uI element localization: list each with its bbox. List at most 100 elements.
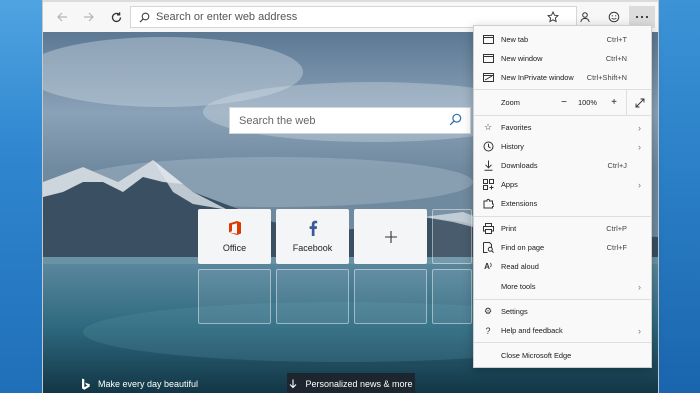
person-icon <box>580 12 590 23</box>
menu-item-shortcut: Ctrl+N <box>605 54 627 63</box>
empty-site-slot <box>276 269 349 324</box>
back-button[interactable] <box>49 5 75 29</box>
menu-item-new-tab[interactable]: New tab Ctrl+T <box>474 30 651 49</box>
star-icon: ☆ <box>483 122 493 132</box>
expand-icon <box>635 98 644 107</box>
menu-item-apps[interactable]: Apps › <box>474 175 651 194</box>
facebook-icon <box>309 220 317 236</box>
menu-item-find-on-page[interactable]: Find on page Ctrl+F <box>474 238 651 257</box>
zoom-out-button[interactable]: − <box>557 97 571 108</box>
search-icon <box>449 113 462 126</box>
menu-item-label: Apps <box>501 180 518 189</box>
top-site-office[interactable]: Office <box>198 209 271 264</box>
chevron-right-icon: › <box>638 141 641 152</box>
menu-item-label: Extensions <box>501 199 538 208</box>
new-window-icon <box>482 53 494 65</box>
history-icon <box>482 141 494 153</box>
find-page-icon <box>482 242 494 254</box>
menu-item-more-tools[interactable]: More tools › <box>474 277 651 296</box>
top-site-label: Facebook <box>292 243 333 253</box>
bing-image-caption[interactable]: Make every day beautiful <box>81 378 198 390</box>
zoom-in-button[interactable]: + <box>607 97 621 108</box>
empty-site-slot <box>432 209 472 264</box>
chevron-right-icon: › <box>638 325 641 336</box>
empty-site-slot <box>354 269 427 324</box>
bing-logo-icon <box>82 378 90 390</box>
desktop-background-left <box>0 0 42 393</box>
star-icon <box>547 11 559 23</box>
web-search-box[interactable]: Search the web <box>229 107 471 134</box>
top-site-label: Office <box>222 243 247 253</box>
menu-item-shortcut: Ctrl+J <box>607 161 627 170</box>
chevron-right-icon: › <box>638 122 641 133</box>
bing-caption-text: Make every day beautiful <box>98 379 199 389</box>
menu-item-favorites[interactable]: ☆ Favorites › <box>474 118 651 137</box>
apps-icon <box>482 179 494 191</box>
menu-item-shortcut: Ctrl+P <box>606 224 627 233</box>
inprivate-window-icon <box>482 72 494 84</box>
empty-site-slot <box>432 269 472 324</box>
menu-divider <box>474 216 651 217</box>
back-arrow-icon <box>57 12 67 22</box>
menu-item-new-window[interactable]: New window Ctrl+N <box>474 49 651 68</box>
search-icon <box>139 12 150 23</box>
menu-item-new-inprivate-window[interactable]: New InPrivate window Ctrl+Shift+N <box>474 68 651 87</box>
menu-item-label: Print <box>501 224 517 233</box>
menu-item-label: Help and feedback <box>501 326 563 335</box>
new-tab-icon <box>482 34 494 46</box>
personalized-news-button[interactable]: Personalized news & more <box>287 373 415 393</box>
top-site-facebook[interactable]: Facebook <box>276 209 349 264</box>
menu-item-label: New window <box>501 54 543 63</box>
refresh-icon <box>111 11 121 22</box>
menu-item-downloads[interactable]: Downloads Ctrl+J <box>474 156 651 175</box>
empty-site-slot <box>198 269 271 324</box>
gear-icon: ⚙ <box>483 306 493 316</box>
printer-icon <box>482 223 494 235</box>
menu-item-shortcut: Ctrl+Shift+N <box>586 73 627 82</box>
chevron-right-icon: › <box>638 281 641 292</box>
add-icon <box>384 230 397 243</box>
zoom-value: 100% <box>578 98 597 107</box>
news-button-label: Personalized news & more <box>305 379 413 389</box>
menu-item-label: Read aloud <box>501 262 539 271</box>
menu-divider <box>474 299 651 300</box>
read-aloud-icon: A⁾ <box>484 262 492 271</box>
menu-item-label: New InPrivate window <box>501 73 574 82</box>
menu-item-read-aloud[interactable]: A⁾ Read aloud <box>474 257 651 276</box>
menu-item-shortcut: Ctrl+F <box>606 243 627 252</box>
menu-item-label: Find on page <box>501 243 545 252</box>
chevron-right-icon: › <box>638 179 641 190</box>
office-icon <box>228 221 241 235</box>
more-dots-icon <box>635 15 649 19</box>
forward-arrow-icon <box>84 12 94 22</box>
menu-item-shortcut: Ctrl+T <box>606 35 627 44</box>
menu-item-label: Close Microsoft Edge <box>501 351 572 360</box>
menu-item-extensions[interactable]: Extensions <box>474 194 651 213</box>
menu-item-label: Settings <box>501 307 528 316</box>
forward-button[interactable] <box>76 5 102 29</box>
menu-item-print[interactable]: Print Ctrl+P <box>474 219 651 238</box>
settings-and-more-menu: New tab Ctrl+T New window Ctrl+N New InP… <box>473 25 652 368</box>
menu-item-label: New tab <box>501 35 529 44</box>
extensions-icon <box>482 198 494 210</box>
arrow-down-icon <box>290 379 297 389</box>
menu-item-settings[interactable]: ⚙ Settings <box>474 302 651 321</box>
download-icon <box>482 160 494 172</box>
menu-item-label: Favorites <box>501 123 532 132</box>
add-site-tile[interactable] <box>354 209 427 264</box>
desktop-background-right <box>654 0 700 393</box>
menu-zoom-row: Zoom − 100% + <box>474 90 651 115</box>
menu-item-label: Downloads <box>501 161 538 170</box>
zoom-label: Zoom <box>501 98 520 107</box>
menu-item-close-edge[interactable]: Close Microsoft Edge <box>474 346 651 365</box>
menu-item-label: More tools <box>501 282 536 291</box>
address-placeholder: Search or enter web address <box>156 11 298 23</box>
menu-item-history[interactable]: History › <box>474 137 651 156</box>
smiley-icon <box>608 11 620 23</box>
help-icon: ? <box>485 325 491 336</box>
menu-item-help-and-feedback[interactable]: ? Help and feedback › <box>474 321 651 340</box>
menu-divider <box>474 115 651 116</box>
menu-divider <box>474 342 651 343</box>
full-screen-button[interactable] <box>626 90 652 115</box>
refresh-button[interactable] <box>103 5 129 29</box>
